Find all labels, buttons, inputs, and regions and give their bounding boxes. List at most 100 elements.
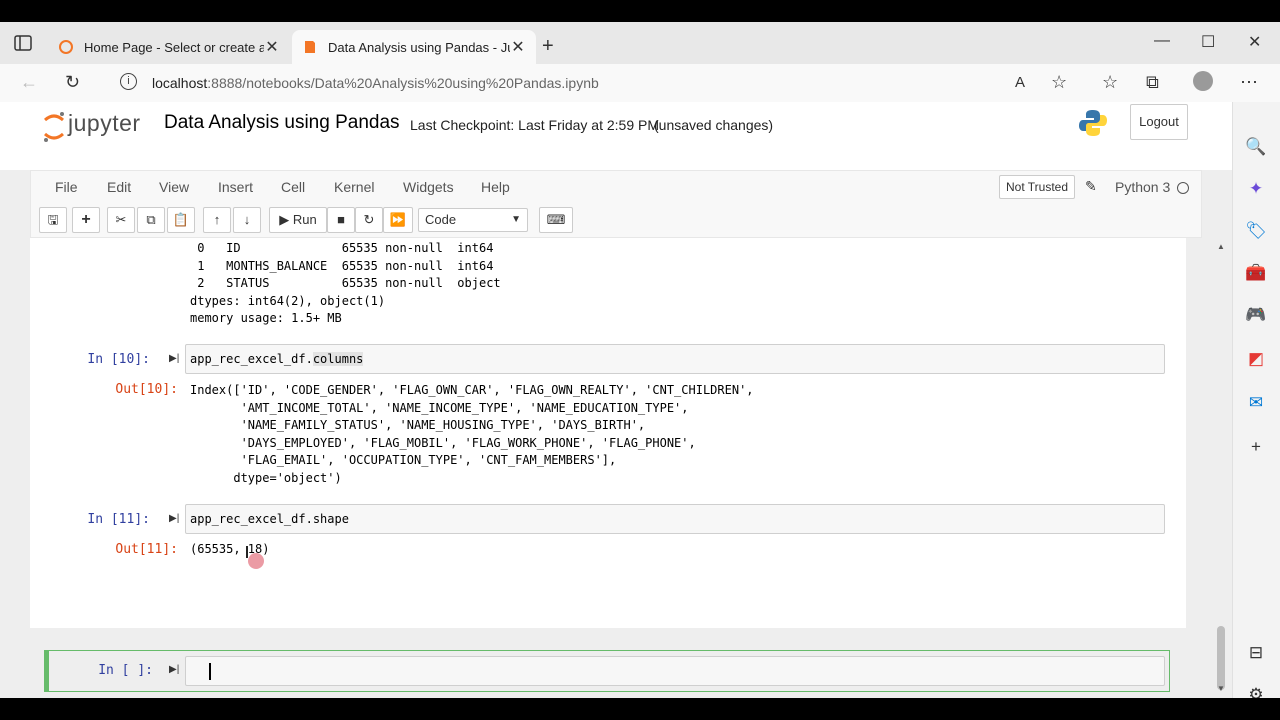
- checkpoint-status: Last Checkpoint: Last Friday at 2:59 PM: [410, 117, 660, 133]
- notebook-area: 0 ID 65535 non-null int64 1 MONTHS_BALAN…: [30, 238, 1186, 692]
- restart-icon[interactable]: ↻: [355, 207, 383, 233]
- logout-button[interactable]: Logout: [1130, 104, 1188, 140]
- shopping-icon[interactable]: 🏷: [1245, 220, 1267, 242]
- info-icon[interactable]: i: [120, 73, 137, 90]
- edit-pencil-icon[interactable]: ✎: [1085, 178, 1097, 195]
- cell-type-value: Code: [425, 212, 457, 227]
- add-favorite-icon[interactable]: ☆: [1051, 72, 1067, 93]
- copy-icon[interactable]: ⧉: [137, 207, 165, 233]
- copilot-icon[interactable]: ✦: [1245, 178, 1267, 200]
- tab-title: Home Page - Select or create a notebook: [84, 39, 264, 55]
- menu-bar: File Edit View Insert Cell Kernel Widget…: [30, 170, 1202, 206]
- notebook-toolbar: 🖫 + ✂ ⧉ 📋 ↑ ↓ ▶ Run ■ ↻ ⏩ Code ▼ ⌨: [30, 206, 1202, 238]
- tab-home-page[interactable]: Home Page - Select or create a notebook …: [48, 30, 290, 64]
- settings-gear-icon[interactable]: ⚙: [1245, 684, 1267, 698]
- page-scrollbar[interactable]: ▲ ▼: [1214, 238, 1228, 698]
- paste-icon[interactable]: 📋: [167, 207, 195, 233]
- notebook-favicon-icon: [302, 39, 318, 55]
- read-aloud-icon[interactable]: A: [1015, 74, 1025, 91]
- profile-avatar[interactable]: [1193, 71, 1213, 91]
- move-down-icon[interactable]: ↓: [233, 207, 261, 233]
- games-icon[interactable]: 🎮: [1245, 304, 1267, 326]
- menu-cell[interactable]: Cell: [281, 179, 305, 195]
- search-icon[interactable]: 🔍: [1245, 136, 1267, 158]
- restart-run-all-icon[interactable]: ⏩: [383, 207, 413, 233]
- run-cell-icon[interactable]: ▶|: [169, 664, 179, 675]
- address-bar-row: ← ↻ i localhost:8888/notebooks/Data%20An…: [0, 64, 1280, 102]
- jupyter-page: jupyter Data Analysis using Pandas Last …: [0, 102, 1232, 698]
- more-menu-icon[interactable]: ⋯: [1240, 72, 1258, 93]
- selected-cell[interactable]: In [ ]: ▶|: [44, 650, 1170, 692]
- close-window-icon[interactable]: ✕: [1248, 32, 1261, 52]
- scroll-thumb[interactable]: [1217, 626, 1225, 690]
- close-tab-icon[interactable]: ✕: [510, 37, 526, 57]
- tab-title: Data Analysis using Pandas - Jupyter Not…: [328, 39, 510, 55]
- code-cell-10[interactable]: app_rec_excel_df.columns: [185, 344, 1165, 374]
- kernel-status-icon: [1177, 182, 1189, 194]
- input-prompt: In [ ]:: [98, 663, 153, 678]
- columns-output: Index(['ID', 'CODE_GENDER', 'FLAG_OWN_CA…: [190, 383, 754, 485]
- interrupt-icon[interactable]: ■: [327, 207, 355, 233]
- unsaved-status: (unsaved changes): [654, 117, 774, 133]
- close-tab-icon[interactable]: ✕: [264, 37, 280, 57]
- add-sidebar-app-icon[interactable]: +: [1245, 436, 1267, 458]
- input-prompt: In [11]:: [87, 512, 150, 527]
- scroll-up-icon[interactable]: ▲: [1217, 242, 1225, 251]
- tab-actions-icon[interactable]: [14, 35, 34, 53]
- cell-type-select[interactable]: Code ▼: [418, 208, 528, 232]
- empty-code-input[interactable]: [185, 656, 1165, 686]
- outlook-icon[interactable]: ✉: [1245, 392, 1267, 414]
- code-cell-11[interactable]: app_rec_excel_df.shape: [185, 504, 1165, 534]
- maximize-icon[interactable]: ☐: [1201, 32, 1215, 52]
- split-screen-icon[interactable]: ⊟: [1245, 642, 1267, 664]
- menu-edit[interactable]: Edit: [107, 179, 131, 195]
- edge-sidebar: 🔍 ✦ 🏷 🧰 🎮 ◩ ✉ + ⊟ ⚙: [1232, 102, 1280, 698]
- mouse-pointer: [246, 546, 248, 558]
- menu-insert[interactable]: Insert: [218, 179, 253, 195]
- run-cell-icon[interactable]: ▶|: [169, 353, 179, 364]
- office-icon[interactable]: ◩: [1245, 348, 1267, 370]
- text-cursor: [209, 663, 211, 680]
- collections-icon[interactable]: ⧉: [1146, 72, 1159, 93]
- new-tab-icon[interactable]: +: [542, 35, 554, 58]
- cut-icon[interactable]: ✂: [107, 207, 135, 233]
- run-button[interactable]: ▶ Run: [269, 207, 327, 233]
- browser-window: Home Page - Select or create a notebook …: [0, 22, 1280, 698]
- jupyter-header: jupyter Data Analysis using Pandas Last …: [0, 102, 1232, 170]
- not-trusted-button[interactable]: Not Trusted: [999, 175, 1076, 199]
- save-icon[interactable]: 🖫: [39, 207, 67, 233]
- notebook-name[interactable]: Data Analysis using Pandas: [164, 112, 400, 134]
- menu-help[interactable]: Help: [481, 179, 510, 195]
- jupyter-favicon-icon: [58, 39, 74, 55]
- tools-icon[interactable]: 🧰: [1245, 262, 1267, 284]
- info-output: 0 ID 65535 non-null int64 1 MONTHS_BALAN…: [190, 241, 501, 325]
- url-host: localhost: [152, 75, 208, 91]
- menu-view[interactable]: View: [159, 179, 189, 195]
- jupyter-logo-icon[interactable]: [42, 110, 66, 149]
- tab-strip: Home Page - Select or create a notebook …: [0, 22, 1280, 64]
- run-label: Run: [292, 212, 317, 227]
- python-logo-icon: [1078, 108, 1108, 143]
- insert-cell-icon[interactable]: +: [72, 207, 100, 233]
- menu-kernel[interactable]: Kernel: [334, 179, 374, 195]
- move-up-icon[interactable]: ↑: [203, 207, 231, 233]
- favorites-icon[interactable]: ☆: [1102, 72, 1118, 93]
- output-prompt: Out[10]:: [115, 382, 178, 397]
- run-cell-icon[interactable]: ▶|: [169, 513, 179, 524]
- tab-data-analysis[interactable]: Data Analysis using Pandas - Jupyter Not…: [292, 30, 536, 64]
- keyboard-icon[interactable]: ⌨: [539, 207, 573, 233]
- refresh-icon[interactable]: ↻: [65, 72, 80, 93]
- url-path: :8888/notebooks/Data%20Analysis%20using%…: [207, 75, 599, 91]
- kernel-name: Python 3: [1115, 179, 1171, 195]
- scroll-down-icon[interactable]: ▼: [1217, 684, 1225, 693]
- code-line: app_rec_excel_df.shape: [190, 512, 349, 526]
- back-icon[interactable]: ←: [20, 72, 38, 93]
- jupyter-logo-text: jupyter: [68, 110, 141, 136]
- minimize-icon[interactable]: —: [1154, 32, 1170, 50]
- output-prompt: Out[11]:: [115, 542, 178, 557]
- click-indicator: [248, 553, 264, 569]
- input-prompt: In [10]:: [87, 352, 150, 367]
- menu-widgets[interactable]: Widgets: [403, 179, 454, 195]
- menu-file[interactable]: File: [55, 179, 78, 195]
- address-bar[interactable]: localhost:8888/notebooks/Data%20Analysis…: [152, 75, 599, 91]
